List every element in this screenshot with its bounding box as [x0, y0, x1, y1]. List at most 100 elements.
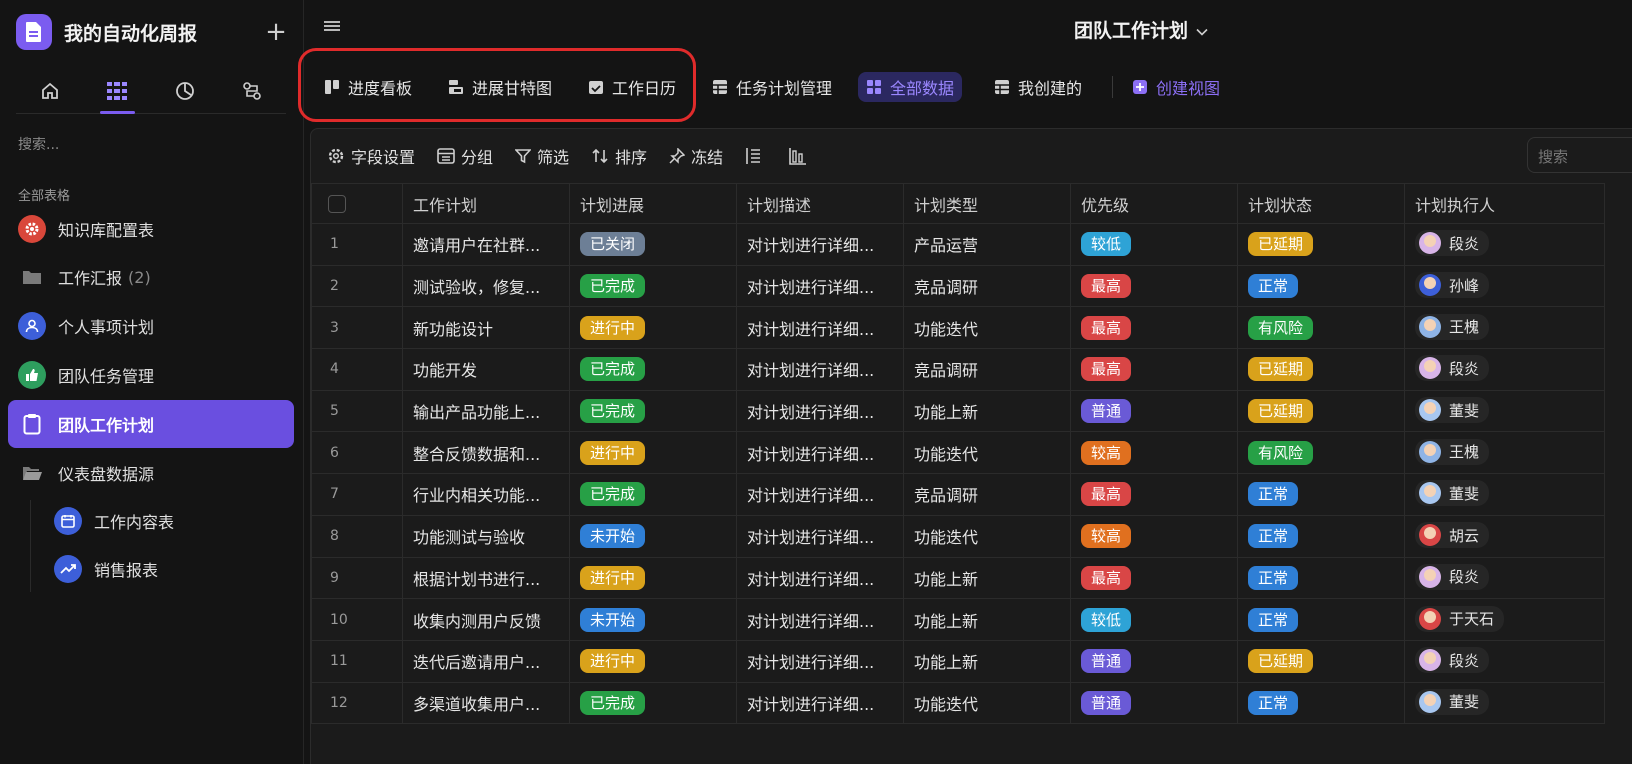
- progress-cell[interactable]: 已完成: [569, 264, 737, 308]
- sidebar-item-dashboard-source[interactable]: 仪表盘数据源: [8, 449, 294, 497]
- type-cell[interactable]: 功能迭代: [903, 306, 1071, 350]
- column-header[interactable]: 计划执行人: [1404, 183, 1605, 224]
- row-index-cell[interactable]: 12: [311, 681, 403, 725]
- sidebar-item-knowledge-config[interactable]: 知识库配置表: [8, 205, 294, 253]
- row-index-cell[interactable]: 10: [311, 598, 403, 641]
- column-header[interactable]: 优先级: [1070, 183, 1238, 224]
- sidebar-item-team-work-plan[interactable]: 团队工作计划: [8, 400, 294, 448]
- priority-cell[interactable]: 较高: [1070, 514, 1238, 558]
- table-row[interactable]: 11 迭代后邀请用户... 进行中 对计划进行详细... 功能上新 普通 已延期 段炎: [311, 639, 1605, 683]
- owner-cell[interactable]: 段炎: [1404, 223, 1605, 266]
- priority-cell[interactable]: 较低: [1070, 598, 1238, 641]
- description-cell[interactable]: 对计划进行详细...: [736, 556, 904, 600]
- table-row[interactable]: 2 测试验收，修复... 已完成 对计划进行详细... 竞品调研 最高 正常 孙峰: [311, 264, 1605, 308]
- view-tab-task-plan[interactable]: 任务计划管理: [704, 72, 840, 102]
- field-settings-button[interactable]: 字段设置: [327, 144, 415, 168]
- sidebar-item-team-tasks[interactable]: 团队任务管理: [8, 351, 294, 399]
- progress-cell[interactable]: 已完成: [569, 348, 737, 391]
- owner-cell[interactable]: 段炎: [1404, 348, 1605, 391]
- row-index-cell[interactable]: 9: [311, 556, 403, 600]
- status-cell[interactable]: 正常: [1237, 514, 1405, 558]
- automation-tab[interactable]: [219, 68, 287, 113]
- column-header[interactable]: 计划状态: [1237, 183, 1405, 224]
- type-cell[interactable]: 竞品调研: [903, 264, 1071, 308]
- description-cell[interactable]: 对计划进行详细...: [736, 389, 904, 433]
- owner-cell[interactable]: 段炎: [1404, 556, 1605, 600]
- progress-cell[interactable]: 未开始: [569, 598, 737, 641]
- progress-cell[interactable]: 未开始: [569, 514, 737, 558]
- type-cell[interactable]: 竞品调研: [903, 348, 1071, 391]
- person-chip[interactable]: 段炎: [1415, 563, 1490, 590]
- view-tab-created-by-me[interactable]: 我创建的: [986, 72, 1090, 102]
- row-index-cell[interactable]: 11: [311, 639, 403, 683]
- person-chip[interactable]: 胡云: [1415, 522, 1490, 549]
- owner-cell[interactable]: 董斐: [1404, 473, 1605, 516]
- status-cell[interactable]: 正常: [1237, 556, 1405, 600]
- description-cell[interactable]: 对计划进行详细...: [736, 306, 904, 350]
- plan-cell[interactable]: 收集内测用户反馈: [402, 598, 570, 641]
- owner-cell[interactable]: 董斐: [1404, 389, 1605, 433]
- home-tab[interactable]: [16, 68, 84, 113]
- sidebar-search-input[interactable]: 搜索...: [18, 134, 59, 154]
- description-cell[interactable]: 对计划进行详细...: [736, 681, 904, 725]
- table-row[interactable]: 9 根据计划书进行... 进行中 对计划进行详细... 功能上新 最高 正常 段炎: [311, 556, 1605, 600]
- sort-button[interactable]: 排序: [591, 144, 647, 168]
- add-button[interactable]: +: [264, 19, 288, 45]
- status-cell[interactable]: 正常: [1237, 681, 1405, 725]
- column-header[interactable]: 计划类型: [903, 183, 1071, 224]
- sidebar-subitem-work-content[interactable]: 工作内容表: [54, 497, 284, 545]
- owner-cell[interactable]: 王槐: [1404, 306, 1605, 350]
- create-view-button[interactable]: 创建视图: [1124, 72, 1228, 102]
- row-index-cell[interactable]: 7: [311, 473, 403, 516]
- document-icon[interactable]: [16, 14, 52, 50]
- priority-cell[interactable]: 较高: [1070, 431, 1238, 475]
- sidebar-item-personal-plan[interactable]: 个人事项计划: [8, 302, 294, 350]
- column-header[interactable]: 计划进展: [569, 183, 737, 224]
- priority-cell[interactable]: 普通: [1070, 681, 1238, 725]
- table-row[interactable]: 4 功能开发 已完成 对计划进行详细... 竞品调研 最高 已延期 段炎: [311, 348, 1605, 391]
- person-chip[interactable]: 董斐: [1415, 688, 1490, 715]
- plan-cell[interactable]: 新功能设计: [402, 306, 570, 350]
- status-cell[interactable]: 有风险: [1237, 306, 1405, 350]
- priority-cell[interactable]: 普通: [1070, 389, 1238, 433]
- table-row[interactable]: 12 多渠道收集用户... 已完成 对计划进行详细... 功能迭代 普通 正常 董斐: [311, 681, 1605, 725]
- owner-cell[interactable]: 胡云: [1404, 514, 1605, 558]
- plan-cell[interactable]: 邀请用户在社群...: [402, 223, 570, 266]
- owner-cell[interactable]: 段炎: [1404, 639, 1605, 683]
- view-tab-all-data[interactable]: 全部数据: [858, 72, 963, 102]
- person-chip[interactable]: 段炎: [1415, 355, 1490, 382]
- progress-cell[interactable]: 进行中: [569, 639, 737, 683]
- type-cell[interactable]: 功能上新: [903, 389, 1071, 433]
- chart-button[interactable]: [789, 147, 813, 165]
- row-index-cell[interactable]: 2: [311, 264, 403, 308]
- freeze-button[interactable]: 冻结: [669, 144, 723, 168]
- tables-tab[interactable]: [84, 68, 152, 114]
- column-header[interactable]: 计划描述: [736, 183, 904, 224]
- table-row[interactable]: 5 输出产品功能上... 已完成 对计划进行详细... 功能上新 普通 已延期 董斐: [311, 389, 1605, 433]
- status-cell[interactable]: 已延期: [1237, 223, 1405, 266]
- type-cell[interactable]: 产品运营: [903, 223, 1071, 266]
- row-index-cell[interactable]: 1: [311, 223, 403, 266]
- priority-cell[interactable]: 最高: [1070, 348, 1238, 391]
- row-index-cell[interactable]: 4: [311, 348, 403, 391]
- description-cell[interactable]: 对计划进行详细...: [736, 598, 904, 641]
- plan-cell[interactable]: 输出产品功能上...: [402, 389, 570, 433]
- row-height-button[interactable]: [745, 147, 767, 165]
- person-chip[interactable]: 董斐: [1415, 480, 1490, 507]
- owner-cell[interactable]: 孙峰: [1404, 264, 1605, 308]
- table-row[interactable]: 10 收集内测用户反馈 未开始 对计划进行详细... 功能上新 较低 正常 于天石: [311, 598, 1605, 641]
- description-cell[interactable]: 对计划进行详细...: [736, 514, 904, 558]
- status-cell[interactable]: 有风险: [1237, 431, 1405, 475]
- person-chip[interactable]: 董斐: [1415, 397, 1490, 424]
- description-cell[interactable]: 对计划进行详细...: [736, 348, 904, 391]
- row-index-cell[interactable]: 8: [311, 514, 403, 558]
- progress-cell[interactable]: 进行中: [569, 306, 737, 350]
- table-search-input[interactable]: 搜索: [1527, 137, 1632, 173]
- plan-cell[interactable]: 根据计划书进行...: [402, 556, 570, 600]
- status-cell[interactable]: 正常: [1237, 473, 1405, 516]
- sidebar-subitem-sales-report[interactable]: 销售报表: [54, 545, 284, 593]
- priority-cell[interactable]: 最高: [1070, 473, 1238, 516]
- type-cell[interactable]: 功能迭代: [903, 514, 1071, 558]
- progress-cell[interactable]: 进行中: [569, 431, 737, 475]
- status-cell[interactable]: 已延期: [1237, 639, 1405, 683]
